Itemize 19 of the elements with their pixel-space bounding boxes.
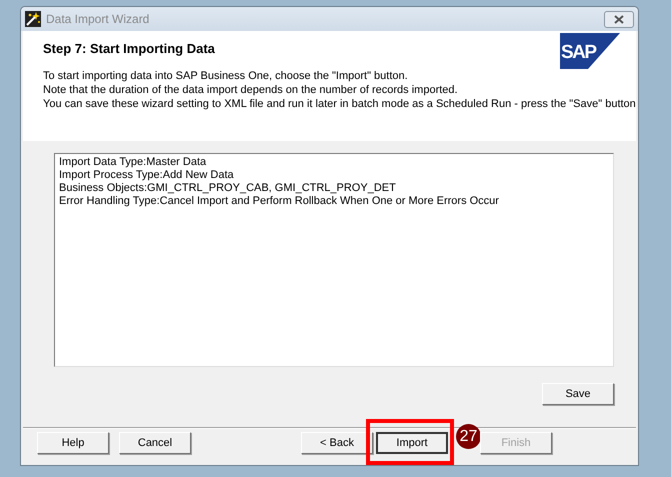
- wizard-button[interactable]: < Back: [301, 432, 373, 454]
- summary-line: Business Objects:GMI_CTRL_PROY_CAB, GMI_CTRL_PROY_DET: [59, 182, 397, 195]
- logo: SAP: [560, 33, 620, 69]
- wizard-button[interactable]: Help: [37, 432, 109, 454]
- wizard-button[interactable]: Import: [376, 432, 448, 454]
- magic-wand-icon: [25, 11, 41, 27]
- window-title: Data Import Wizard: [46, 11, 150, 28]
- instruction-text: You can save these wizard setting to XML file and run it later in batch mode as a Scheduled Run - press the "Save" button: [43, 96, 636, 110]
- instruction-text: To start importing data into SAP Business One, choose the "Import" button.: [43, 68, 409, 82]
- close-icon: [614, 14, 624, 24]
- close-button[interactable]: [604, 10, 634, 28]
- instruction-text: Note that the duration of the data import depends on the number of records imported.: [43, 82, 459, 96]
- wizard-button[interactable]: Cancel: [119, 432, 191, 454]
- summary-line: Import Process Type:Add New Data: [59, 169, 235, 182]
- step-badge: 27: [456, 424, 481, 449]
- step-title: Step 7: Start Importing Data: [43, 40, 215, 58]
- summary-line: Error Handling Type:Cancel Import and Perform Rollback When One or More Errors Occur: [59, 195, 500, 208]
- summary-line: Import Data Type:Master Data: [59, 156, 208, 169]
- save-button[interactable]: Save: [542, 383, 614, 405]
